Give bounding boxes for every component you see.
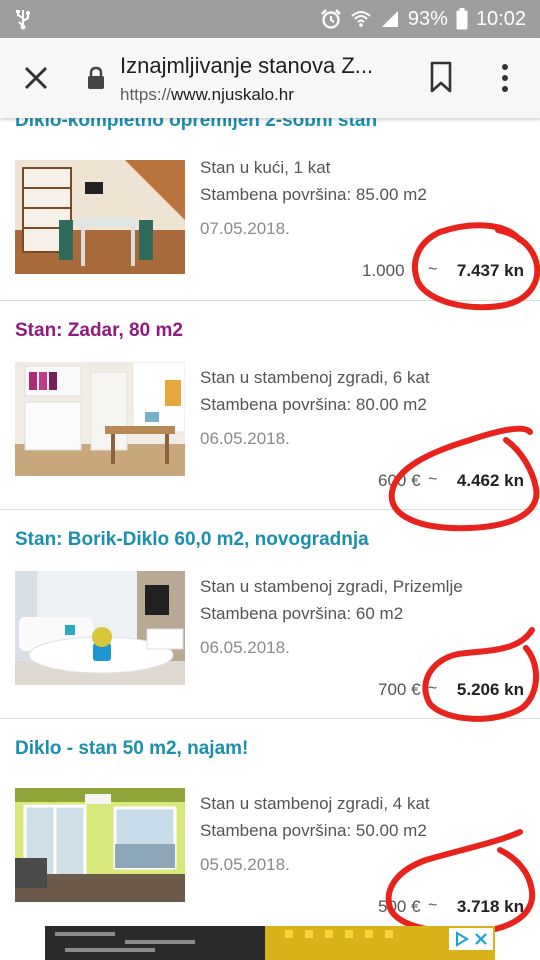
overflow-menu-button[interactable]	[492, 60, 518, 96]
listing-item[interactable]: Diklo-kompletno opremljen 2-sobni stan S…	[0, 118, 540, 301]
approx-symbol: ~	[428, 897, 438, 914]
listing-photo[interactable]	[15, 571, 185, 685]
listing-title[interactable]: Diklo-kompletno opremljen 2-sobni stan	[15, 118, 377, 132]
bookmark-button[interactable]	[428, 60, 454, 94]
listing-title[interactable]: Stan: Borik-Diklo 60,0 m2, novogradnja	[15, 529, 369, 551]
listing-title[interactable]: Diklo - stan 50 m2, najam!	[15, 738, 248, 760]
listing-date: 06.05.2018.	[200, 638, 290, 657]
alarm-icon	[321, 9, 341, 29]
screen: 93% 10:02 Iznajmljivanje stanova Z... ht…	[0, 0, 540, 960]
price-kn: 3.718 kn	[456, 897, 524, 916]
listing-type: Stan u kući, 1 kat	[200, 158, 331, 177]
listing-area: Stambena površina: 85.00 m2	[200, 185, 427, 204]
lock-icon	[88, 66, 104, 89]
listing-item[interactable]: Stan: Borik-Diklo 60,0 m2, novogradnja S…	[0, 510, 540, 719]
approx-symbol: ~	[428, 471, 438, 488]
listing-item[interactable]: Diklo - stan 50 m2, najam! Stan u stambe…	[0, 719, 540, 960]
listing-results: Diklo-kompletno opremljen 2-sobni stan S…	[0, 118, 540, 960]
listing-photo[interactable]	[15, 160, 185, 274]
listing-area: Stambena površina: 60 m2	[200, 604, 404, 623]
listing-title[interactable]: Stan: Zadar, 80 m2	[15, 320, 183, 342]
listing-type: Stan u stambenoj zgradi, 6 kat	[200, 368, 430, 387]
price-eur: 500 €	[378, 897, 421, 916]
listing-date: 07.05.2018.	[200, 219, 290, 238]
usb-icon	[16, 10, 30, 30]
ad-choices-close[interactable]	[449, 928, 493, 950]
battery-percent: 93%	[407, 7, 448, 30]
battery-icon	[456, 8, 468, 30]
listing-item[interactable]: Stan: Zadar, 80 m2 Stan u stambenoj zgra…	[0, 301, 540, 510]
listing-area: Stambena površina: 50.00 m2	[200, 821, 427, 840]
listing-area: Stambena površina: 80.00 m2	[200, 395, 427, 414]
price-kn: 5.206 kn	[456, 680, 524, 699]
price-kn: 7.437 kn	[456, 261, 524, 280]
wifi-icon	[351, 11, 371, 27]
listing-type: Stan u stambenoj zgradi, Prizemlje	[200, 577, 463, 596]
clock: 10:02	[475, 7, 526, 30]
price-eur: 600 €	[378, 471, 421, 490]
price-kn: 4.462 kn	[456, 471, 524, 490]
listing-photo[interactable]	[15, 788, 185, 902]
approx-symbol: ~	[428, 680, 438, 697]
price-eur: 1.000	[362, 261, 405, 280]
listing-type: Stan u stambenoj zgradi, 4 kat	[200, 794, 430, 813]
page-title[interactable]: Iznajmljivanje stanova Z...	[120, 53, 405, 79]
signal-icon	[381, 11, 398, 27]
ad-banner[interactable]	[45, 926, 495, 960]
url-host: www.njuskalo.hr	[171, 85, 294, 104]
close-icon[interactable]	[474, 932, 488, 946]
price-eur: 700 €	[378, 680, 421, 699]
approx-symbol: ~	[428, 261, 438, 278]
adchoices-icon	[456, 931, 469, 947]
address-bar: Iznajmljivanje stanova Z... https://www.…	[0, 38, 540, 118]
listing-photo[interactable]	[15, 362, 185, 476]
url-scheme: https://	[120, 85, 172, 104]
close-tab-button[interactable]	[18, 60, 54, 96]
listing-date: 06.05.2018.	[200, 429, 290, 448]
status-bar: 93% 10:02	[0, 0, 540, 38]
page-url[interactable]: https://www.njuskalo.hr	[120, 85, 294, 105]
listing-date: 05.05.2018.	[200, 855, 290, 874]
